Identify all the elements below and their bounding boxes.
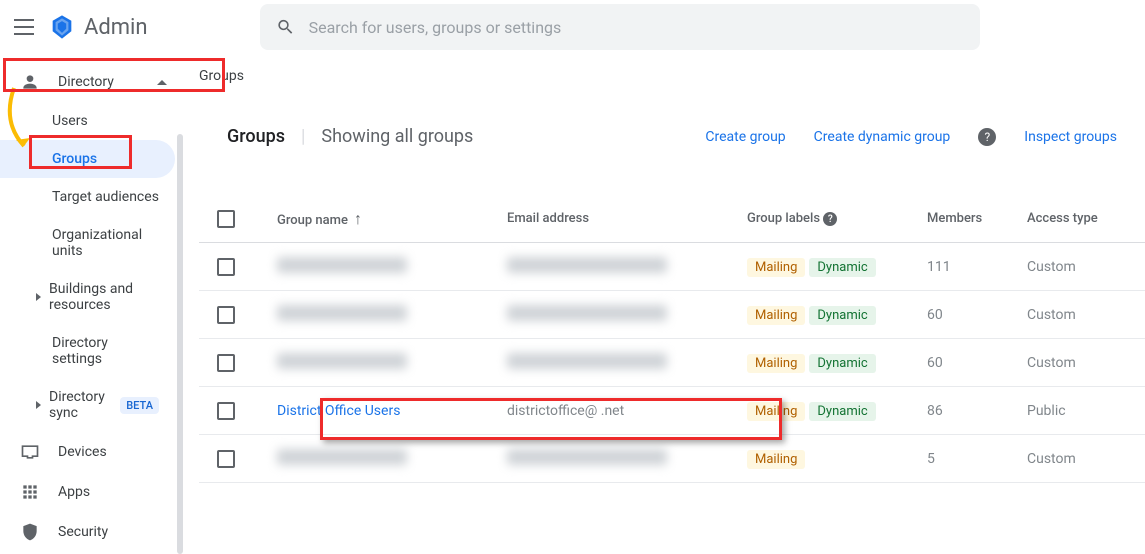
create-group-link[interactable]: Create group (705, 129, 785, 145)
apps-icon (20, 482, 40, 502)
help-icon[interactable]: ? (978, 128, 996, 146)
search-box[interactable] (260, 4, 980, 50)
panel-subtitle: Showing all groups (321, 126, 473, 147)
sidebar-security[interactable]: Security (0, 512, 183, 552)
row-checkbox[interactable] (217, 354, 235, 372)
row-checkbox[interactable] (217, 306, 235, 324)
access-type: Custom (1027, 451, 1127, 467)
label-mailing: Mailing (747, 306, 805, 325)
label-dynamic: Dynamic (809, 306, 875, 325)
product-logo[interactable]: Admin (48, 13, 148, 41)
col-labels[interactable]: Group labels ? (747, 211, 927, 227)
access-type: Custom (1027, 355, 1127, 371)
row-checkbox[interactable] (217, 258, 235, 276)
label-mailing: Mailing (747, 258, 805, 277)
table-row[interactable]: MailingDynamic 111Custom (199, 243, 1145, 291)
person-icon (20, 72, 40, 92)
menu-icon[interactable] (12, 15, 36, 39)
sidebar-apps[interactable]: Apps (0, 472, 183, 512)
chevron-right-icon (36, 293, 41, 301)
members-count: 86 (927, 403, 1027, 419)
label-mailing: Mailing (747, 450, 805, 469)
row-checkbox[interactable] (217, 450, 235, 468)
inspect-groups-link[interactable]: Inspect groups (1024, 129, 1117, 145)
sidebar-item-groups[interactable]: Groups (0, 140, 175, 178)
members-count: 60 (927, 355, 1027, 371)
col-access[interactable]: Access type (1027, 211, 1127, 226)
table-row[interactable]: MailingDynamic 60Custom (199, 291, 1145, 339)
product-name: Admin (84, 15, 148, 40)
sidebar-scrollbar[interactable] (177, 54, 183, 505)
search-input[interactable] (309, 18, 964, 37)
panel-title: Groups (227, 126, 285, 147)
members-count: 111 (927, 259, 1027, 275)
label-dynamic: Dynamic (809, 402, 875, 421)
sidebar-item-users[interactable]: Users (0, 102, 175, 140)
breadcrumb: Groups (199, 54, 1145, 94)
col-email[interactable]: Email address (507, 211, 747, 226)
admin-hex-icon (48, 13, 76, 41)
group-name-link[interactable]: District Office Users (277, 403, 400, 419)
sort-asc-icon: ↑ (354, 209, 362, 228)
access-type: Custom (1027, 259, 1127, 275)
sidebar-item-target-audiences[interactable]: Target audiences (0, 178, 175, 216)
help-icon[interactable]: ? (823, 212, 837, 226)
col-members[interactable]: Members (927, 211, 1027, 226)
label-mailing: Mailing (747, 402, 805, 421)
table-row[interactable]: District Office Users districtoffice@​ .n… (199, 387, 1145, 435)
groups-table: Group name↑ Email address Group labels ?… (199, 195, 1145, 483)
sidebar-item-buildings[interactable]: Buildings and resources (0, 270, 175, 324)
sidebar-item-org-units[interactable]: Organizational units (0, 216, 175, 270)
table-row[interactable]: MailingDynamic 60Custom (199, 339, 1145, 387)
label-dynamic: Dynamic (809, 354, 875, 373)
access-type: Public (1027, 403, 1127, 419)
row-checkbox[interactable] (217, 402, 235, 420)
chevron-up-icon (157, 80, 167, 85)
sidebar-directory-label: Directory (58, 74, 114, 90)
group-email: districtoffice@​ .net (507, 403, 624, 419)
label-dynamic: Dynamic (809, 258, 875, 277)
beta-badge: BETA (120, 397, 159, 414)
sidebar-devices[interactable]: Devices (0, 432, 183, 472)
shield-icon (20, 522, 40, 542)
sidebar-directory[interactable]: Directory (0, 62, 183, 102)
members-count: 60 (927, 307, 1027, 323)
create-dynamic-group-link[interactable]: Create dynamic group (814, 129, 951, 145)
members-count: 5 (927, 451, 1027, 467)
chevron-right-icon (36, 401, 41, 409)
select-all-checkbox[interactable] (217, 210, 235, 228)
access-type: Custom (1027, 307, 1127, 323)
search-icon (276, 17, 295, 37)
col-group-name[interactable]: Group name↑ (277, 209, 507, 229)
label-mailing: Mailing (747, 354, 805, 373)
divider: | (301, 126, 305, 147)
devices-icon (20, 442, 40, 462)
sidebar: Directory Users Groups Target audiences … (0, 54, 183, 505)
sidebar-item-dir-settings[interactable]: Directory settings (0, 324, 175, 378)
sidebar-item-dir-sync[interactable]: Directory syncBETA (0, 378, 175, 432)
table-row[interactable]: Mailing 5Custom (199, 435, 1145, 483)
